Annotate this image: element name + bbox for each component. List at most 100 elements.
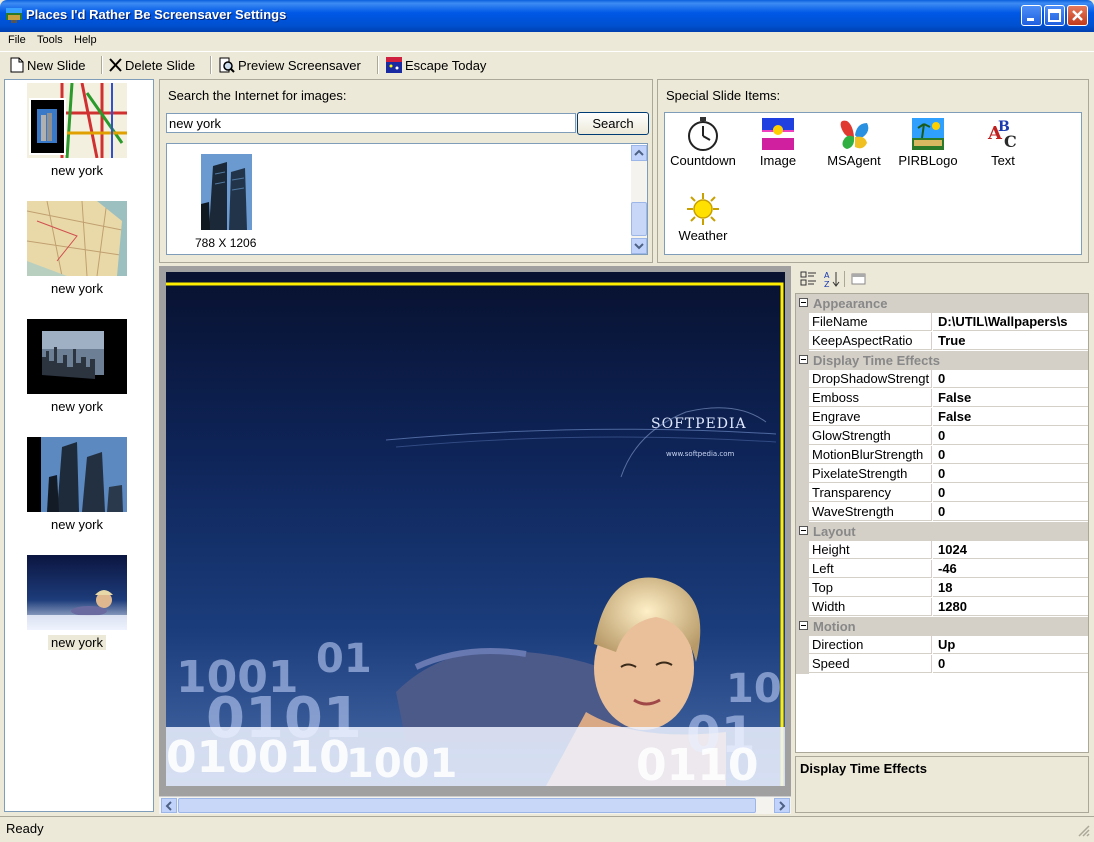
svg-text:Z: Z <box>824 280 830 289</box>
weather-sun-icon <box>687 193 719 225</box>
maximize-button[interactable] <box>1044 5 1065 26</box>
results-scrollbar[interactable] <box>631 145 647 254</box>
property-value[interactable]: Up <box>933 636 1088 654</box>
scroll-down-arrow[interactable] <box>631 238 647 254</box>
property-category[interactable]: Layout <box>796 522 1088 541</box>
property-row[interactable]: Emboss False <box>796 389 1088 408</box>
menu-file[interactable]: File <box>8 32 26 49</box>
delete-slide-label: Delete Slide <box>125 57 196 73</box>
special-item-pirblogo[interactable]: PIRBLogo <box>888 115 968 168</box>
property-category[interactable]: Display Time Effects <box>796 351 1088 370</box>
property-value[interactable]: 18 <box>933 579 1088 597</box>
property-row[interactable]: WaveStrength 0 <box>796 503 1088 522</box>
property-row[interactable]: Height 1024 <box>796 541 1088 560</box>
slide-item[interactable]: new york <box>27 83 127 178</box>
alphabetical-sort-icon[interactable]: AZ <box>822 269 842 289</box>
scroll-right-arrow[interactable] <box>774 798 790 813</box>
property-pages-icon[interactable] <box>849 269 869 289</box>
slide-preview-image[interactable]: SOFTPEDIA www.softpedia.com 1001 01 10 0… <box>166 272 785 786</box>
property-value[interactable]: 1024 <box>933 541 1088 559</box>
new-slide-button[interactable]: New Slide <box>10 55 86 75</box>
search-result-caption: 788 X 1206 <box>195 236 257 250</box>
property-row[interactable]: DropShadowStrengt 0 <box>796 370 1088 389</box>
category-name: Display Time Effects <box>813 353 940 368</box>
property-value[interactable]: 0 <box>933 484 1088 502</box>
menu-help[interactable]: Help <box>74 32 97 49</box>
property-value[interactable]: 1280 <box>933 598 1088 616</box>
property-value[interactable]: 0 <box>933 503 1088 521</box>
property-value[interactable]: D:\UTIL\Wallpapers\s <box>933 313 1088 331</box>
property-value[interactable]: 0 <box>933 427 1088 445</box>
search-button[interactable]: Search <box>577 112 649 135</box>
property-row[interactable]: MotionBlurStrength 0 <box>796 446 1088 465</box>
collapse-icon[interactable] <box>799 621 808 630</box>
search-heading: Search the Internet for images: <box>168 88 347 103</box>
special-item-countdown[interactable]: Countdown <box>663 115 743 168</box>
property-name: Left <box>809 560 932 578</box>
property-row[interactable]: Engrave False <box>796 408 1088 427</box>
property-value[interactable]: 0 <box>933 446 1088 464</box>
special-item-msagent[interactable]: MSAgent <box>814 115 894 168</box>
slide-thumbnail <box>27 555 127 630</box>
categorized-view-icon[interactable] <box>799 269 819 289</box>
special-item-text[interactable]: ABC Text <box>963 115 1043 168</box>
property-row[interactable]: Left -46 <box>796 560 1088 579</box>
property-row[interactable]: PixelateStrength 0 <box>796 465 1088 484</box>
property-row[interactable]: Speed 0 <box>796 655 1088 674</box>
property-grid[interactable]: Appearance FileName D:\UTIL\Wallpapers\s Ke… <box>795 293 1089 753</box>
minimize-button[interactable] <box>1021 5 1042 26</box>
search-result-thumbnail[interactable] <box>201 154 252 230</box>
property-row[interactable]: Direction Up <box>796 636 1088 655</box>
slide-item[interactable]: new york <box>27 319 127 414</box>
property-value[interactable]: 0 <box>933 370 1088 388</box>
property-category[interactable]: Appearance <box>796 294 1088 313</box>
close-button[interactable] <box>1067 5 1088 26</box>
scroll-left-arrow[interactable] <box>161 798 177 813</box>
property-name: MotionBlurStrength <box>809 446 932 464</box>
property-value[interactable]: 0 <box>933 465 1088 483</box>
property-row[interactable]: FileName D:\UTIL\Wallpapers\s <box>796 313 1088 332</box>
slide-item[interactable]: new york <box>27 201 127 296</box>
slide-item[interactable]: new york <box>27 437 127 532</box>
special-items-list[interactable]: Countdown Image MSAgent PIRBLogo ABC Tex… <box>664 112 1082 255</box>
slide-item[interactable]: new york <box>27 555 127 650</box>
property-row[interactable]: Width 1280 <box>796 598 1088 617</box>
scroll-up-arrow[interactable] <box>631 145 647 161</box>
resize-grip-icon[interactable] <box>1076 823 1090 837</box>
new-document-icon <box>10 57 24 73</box>
preview-label: Preview Screensaver <box>238 57 361 73</box>
property-row[interactable]: Transparency 0 <box>796 484 1088 503</box>
collapse-icon[interactable] <box>799 526 808 535</box>
escape-today-button[interactable]: Escape Today <box>386 55 486 75</box>
delete-slide-button[interactable]: Delete Slide <box>109 55 195 75</box>
preview-horizontal-scrollbar[interactable] <box>159 796 791 814</box>
property-value[interactable]: False <box>933 408 1088 426</box>
property-row[interactable]: KeepAspectRatio True <box>796 332 1088 351</box>
property-value[interactable]: False <box>933 389 1088 407</box>
search-input[interactable] <box>166 113 576 133</box>
property-grid-toolbar: AZ <box>795 266 1089 292</box>
special-item-weather[interactable]: Weather <box>663 190 743 243</box>
slide-thumbnail <box>27 83 127 158</box>
property-description: Display Time Effects <box>800 761 927 776</box>
menu-tools[interactable]: Tools <box>37 32 63 49</box>
property-row[interactable]: GlowStrength 0 <box>796 427 1088 446</box>
softpedia-watermark: SOFTPEDIA <box>651 416 747 432</box>
property-value[interactable]: 0 <box>933 655 1088 673</box>
collapse-icon[interactable] <box>799 298 808 307</box>
collapse-icon[interactable] <box>799 355 808 364</box>
slide-list[interactable]: new york new york new york new york new … <box>4 79 154 812</box>
property-value[interactable]: True <box>933 332 1088 350</box>
property-row[interactable]: Top 18 <box>796 579 1088 598</box>
svg-text:01: 01 <box>316 636 372 682</box>
horizontal-scroll-thumb[interactable] <box>178 798 756 813</box>
property-category[interactable]: Motion <box>796 617 1088 636</box>
property-name: KeepAspectRatio <box>809 332 932 350</box>
slide-thumbnail <box>27 201 127 276</box>
preview-screensaver-button[interactable]: Preview Screensaver <box>219 55 361 75</box>
special-item-image[interactable]: Image <box>738 115 818 168</box>
property-name: Width <box>809 598 932 616</box>
property-value[interactable]: -46 <box>933 560 1088 578</box>
msagent-icon <box>840 120 869 149</box>
scroll-thumb[interactable] <box>631 202 647 236</box>
